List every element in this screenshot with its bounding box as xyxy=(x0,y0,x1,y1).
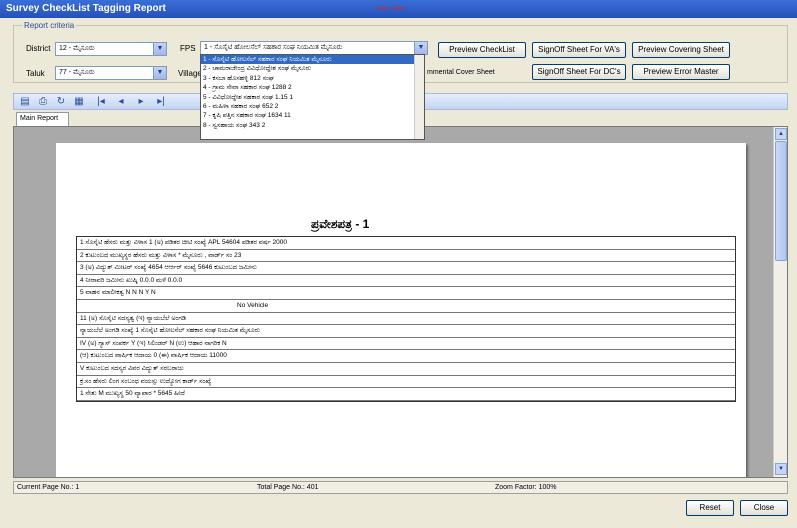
print-icon[interactable]: ⎙ xyxy=(36,95,50,109)
district-value: 12 - ಮೈಸೂರು xyxy=(59,45,95,52)
report-page: ಪ್ರವೇಶಪತ್ರ - 1 1 ಸೊಸೈಟಿ ಹೆಸರು ಮತ್ತು ವಿಳಾ… xyxy=(56,143,746,477)
fps-option[interactable]: 7 - ಕೃಷಿ ಪತ್ತಿನ ಸಹಕಾರ ಸಂಘ 1634 11 xyxy=(201,111,424,120)
title-note: ಸರ್ವೇ ವರದಿ xyxy=(376,5,405,12)
status-bar: Current Page No.: 1 Total Page No.: 401 … xyxy=(13,481,788,494)
zoom-status: Zoom Factor: 100% xyxy=(495,484,557,491)
form-row: ನ್ಯಾಯಬೆಲೆ ಅಂಗಡಿ ಸಂಖ್ಯೆ 1 ಸೊಸೈಟಿ ಹೋಲಸೆಲ್ … xyxy=(77,325,735,338)
fps-select[interactable]: 1 - ಸೊಸೈಟಿ ಹೋಲಸೆಲ್ ಸಹಕಾರ ಸಂಘ ನಿಯಮಿತ ಮೈಸೂ… xyxy=(200,41,428,55)
fps-option[interactable]: 6 - ಮಹಿಳಾ ಸಹಕಾರ ಸಂಘ 652 2 xyxy=(201,102,424,111)
taluk-value: 77 - ಮೈಸೂರು xyxy=(59,69,95,76)
chevron-down-icon[interactable]: ▼ xyxy=(153,43,166,55)
chevron-down-icon[interactable]: ▼ xyxy=(153,67,166,79)
preview-error-master-button[interactable]: Preview Error Master xyxy=(632,64,730,80)
form-row: 1 ಸೇತು M ಮುಖ್ಯಸ್ಥ 50 ವ್ಯಾಪಾರ * 5645 ಹೀದೆ xyxy=(77,388,735,401)
refresh-icon[interactable]: ↻ xyxy=(54,95,68,109)
fps-option[interactable]: 4 - ಗ್ರಾಮ ಸೇವಾ ಸಹಕಾರ ಸಂಘ 1288 2 xyxy=(201,83,424,92)
report-viewer: ಪ್ರವೇಶಪತ್ರ - 1 1 ಸೊಸೈಟಿ ಹೆಸರು ಮತ್ತು ವಿಳಾ… xyxy=(13,126,788,478)
report-criteria-legend: Report criteria xyxy=(22,21,77,30)
signoff-va-button[interactable]: SignOff Sheet For VA's xyxy=(532,42,626,58)
fps-value: 1 - ಸೊಸೈಟಿ ಹೋಲಸೆಲ್ ಸಹಕಾರ ಸಂಘ ನಿಯಮಿತ ಮೈಸೂ… xyxy=(204,44,343,51)
district-select[interactable]: 12 - ಮೈಸೂರು ▼ xyxy=(55,42,167,56)
current-page-status: Current Page No.: 1 xyxy=(17,484,80,491)
form-row: ಕ್ರ.ಸಂ ಹೆಸರು ಲಿಂಗ ಸಂಬಂಧ ವಯಸ್ಸು ಉದ್ಯೋಗ ಕಾ… xyxy=(77,376,735,389)
first-page-icon[interactable]: |◂ xyxy=(94,95,108,109)
environmental-cover-sheet-label[interactable]: mmental Cover Sheet xyxy=(427,69,495,76)
scroll-thumb[interactable] xyxy=(775,141,787,261)
signoff-dc-button[interactable]: SignOff Sheet For DC's xyxy=(532,64,626,80)
total-page-status: Total Page No.: 401 xyxy=(257,484,319,491)
close-button[interactable]: Close xyxy=(740,500,788,516)
form-table: 1 ಸೊಸೈಟಿ ಹೆಸರು ಮತ್ತು ವಿಳಾಸ 1 (ಅ) ಪಡಿತರ ಚ… xyxy=(76,236,736,402)
form-row: 2 ಕುಟುಂಬದ ಮುಖ್ಯಸ್ಥರ ಹೆಸರು ಮತ್ತು ವಿಳಾಸ * … xyxy=(77,250,735,263)
prev-page-icon[interactable]: ◂ xyxy=(114,95,128,109)
form-row: 11 (ಅ) ಸೊಸೈಟಿ ಸದಸ್ಯತ್ವ (ಇ) ನ್ಯಾಯಬೆಲೆ ಅಂಗ… xyxy=(77,313,735,326)
form-row: IV (ಅ) ಗ್ಯಾಸ್ ಸಂಪರ್ಕ Y (ಇ) ಸಿಲಿಂಡರ್ N (ಉ… xyxy=(77,338,735,351)
form-row: 5 ವಾಹನ ಮಾಲೀಕತ್ವ N N N Y N xyxy=(77,287,735,300)
district-label: District xyxy=(26,44,51,53)
form-title: ಪ್ರವೇಶಪತ್ರ - 1 xyxy=(311,217,370,231)
chevron-down-icon[interactable]: ▼ xyxy=(414,42,427,54)
fps-option[interactable]: 1 - ಸೊಸೈಟಿ ಹೋಲಸೆಲ್ ಸಹಕಾರ ಸಂಘ ನಿಯಮಿತ ಮೈಸೂ… xyxy=(201,55,424,65)
taluk-select[interactable]: 77 - ಮೈಸೂರು ▼ xyxy=(55,66,167,80)
title-bar: Survey CheckList Tagging Report ಸರ್ವೇ ವರ… xyxy=(0,0,797,18)
scroll-down-icon[interactable]: ▼ xyxy=(775,463,787,475)
window-title: Survey CheckList Tagging Report xyxy=(6,3,166,14)
fps-option[interactable]: 5 - ವಿವಿಧೋದ್ದೇಶ ಸಹಕಾರ ಸಂಘ 1.15 1 xyxy=(201,93,424,102)
fps-label: FPS xyxy=(180,44,196,53)
form-row: V ಕುಟುಂಬದ ಸದಸ್ಯರ ವಿವರ ವಿದ್ಯುತ್ ಸರಬರಾಜು xyxy=(77,363,735,376)
fps-dropdown-list[interactable]: 1 - ಸೊಸೈಟಿ ಹೋಲಸೆಲ್ ಸಹಕಾರ ಸಂಘ ನಿಯಮಿತ ಮೈಸೂ… xyxy=(200,54,425,140)
tree-icon[interactable]: ▦ xyxy=(72,95,86,109)
preview-covering-sheet-button[interactable]: Preview Covering Sheet xyxy=(632,42,730,58)
next-page-icon[interactable]: ▸ xyxy=(134,95,148,109)
scroll-up-icon[interactable]: ▲ xyxy=(775,128,787,140)
fps-option[interactable]: 8 - ಸ್ವಸಹಾಯ ಸಂಘ 343 2 xyxy=(201,121,424,130)
taluk-label: Taluk xyxy=(26,69,45,78)
form-row: 1 ಸೊಸೈಟಿ ಹೆಸರು ಮತ್ತು ವಿಳಾಸ 1 (ಅ) ಪಡಿತರ ಚ… xyxy=(77,237,735,250)
viewer-scrollbar[interactable]: ▲ ▼ xyxy=(773,127,787,477)
dropdown-scrollbar[interactable] xyxy=(414,55,424,139)
preview-checklist-button[interactable]: Preview CheckList xyxy=(438,42,526,58)
form-row: No Vehicle xyxy=(77,300,735,313)
reset-button[interactable]: Reset xyxy=(686,500,734,516)
export-icon[interactable]: ▤ xyxy=(18,95,32,109)
form-row: 3 (ಅ) ವಿದ್ಯುತ್ ಮೀಟರ್ ಸಂಖ್ಯೆ 4654 ಆರ್ಆರ್ … xyxy=(77,262,735,275)
last-page-icon[interactable]: ▸| xyxy=(154,95,168,109)
village-label: Village xyxy=(178,69,202,78)
form-row: 4 ನೀರಾವರಿ ಜಮೀನು ಖುಷ್ಕಿ 0.0.0 ಮಳೆ 0.0.0 xyxy=(77,275,735,288)
tab-main-report[interactable]: Main Report xyxy=(16,112,69,126)
form-row: (ಆ) ಕುಟುಂಬದ ವಾರ್ಷಿಕ ಆದಾಯ 0 (ಈ) ವಾರ್ಷಿಕ ಆ… xyxy=(77,350,735,363)
fps-option[interactable]: 3 - ಕಸಬಾ ಹೊಸಹಳ್ಳಿ 812 ಸಂಘ xyxy=(201,74,424,83)
fps-option[interactable]: 2 - ಚಾಮರಾಜೇಂದ್ರ ವಿವಿಧೋದ್ದೇಶ ಸಂಘ ಮೈಸೂರು xyxy=(201,64,424,73)
